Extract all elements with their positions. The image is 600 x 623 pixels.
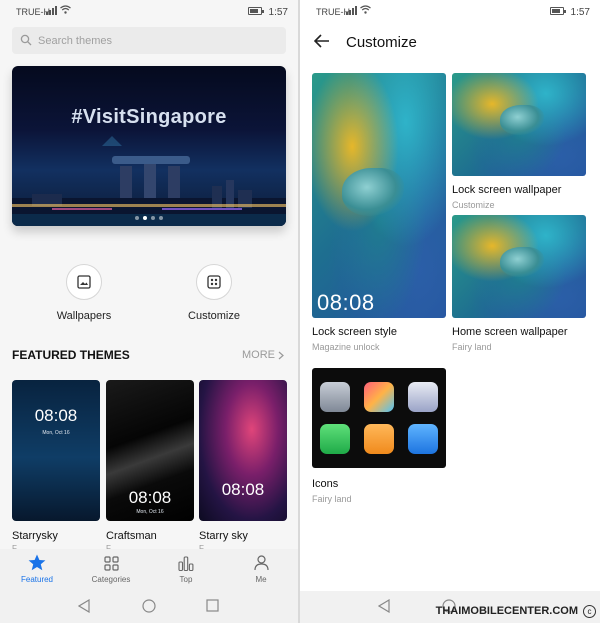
themes-app-panel: TRUE-H 1:57 #VisitSingapore xyxy=(0,0,298,623)
site-watermark: THAIMOBILECENTER.COM xyxy=(435,605,578,617)
theme-name: Starrysky xyxy=(12,530,58,542)
search-input[interactable] xyxy=(38,32,268,49)
person-icon xyxy=(253,555,269,571)
icons-preview xyxy=(312,368,446,468)
preview-clock: 08:08 xyxy=(317,290,375,315)
theme-preview-date: Mon, Oct 16 xyxy=(42,430,70,436)
featured-themes-heading: FEATURED THEMES xyxy=(12,348,130,362)
status-bar: TRUE-H 1:57 xyxy=(300,0,600,22)
bar-chart-icon xyxy=(178,556,194,571)
page-title: Customize xyxy=(346,34,417,51)
theme-card-starrysky[interactable]: 08:08 Mon, Oct 16 Starrysky F... xyxy=(12,380,100,553)
status-bar: TRUE-H 1:57 xyxy=(0,0,298,22)
star-icon xyxy=(28,554,46,571)
chevron-right-icon xyxy=(278,351,284,359)
tab-me[interactable]: Me xyxy=(224,549,298,591)
home-screen-wallpaper-preview xyxy=(452,215,586,318)
card-title: Lock screen style xyxy=(312,326,397,338)
card-title: Lock screen wallpaper xyxy=(452,184,562,196)
home-nav-icon[interactable] xyxy=(142,599,156,613)
theme-preview: 08:08 Mon, Oct 16 xyxy=(106,380,194,521)
banner-headline: #VisitSingapore xyxy=(71,106,227,128)
lock-screen-wallpaper-card[interactable]: Lock screen wallpaper Customize xyxy=(452,73,586,210)
tab-label: Categories xyxy=(91,575,131,584)
customize-shortcut[interactable]: Customize xyxy=(159,264,269,322)
icons-card[interactable]: Icons Fairy land xyxy=(312,368,446,504)
clock-label: 1:57 xyxy=(268,7,288,18)
back-nav-icon[interactable] xyxy=(78,599,90,613)
battery-icon xyxy=(248,7,264,15)
theme-name: Craftsman xyxy=(106,530,157,542)
theme-preview: 08:08 xyxy=(199,380,287,521)
tab-top[interactable]: Top xyxy=(149,549,223,591)
banner-cityscape-image xyxy=(12,136,286,226)
wifi-icon xyxy=(360,5,371,14)
tab-featured[interactable]: Featured xyxy=(0,549,74,591)
card-subtitle: Fairy land xyxy=(452,342,492,352)
more-label: MORE xyxy=(242,349,275,361)
tab-categories[interactable]: Categories xyxy=(74,549,148,591)
tab-label: Me xyxy=(255,575,267,584)
theme-preview-clock: 08:08 xyxy=(221,480,265,499)
banner-pager xyxy=(12,216,286,220)
back-nav-icon[interactable] xyxy=(378,599,390,613)
system-nav-bar xyxy=(0,591,298,623)
theme-preview-clock: 08:08 xyxy=(34,406,78,425)
lock-screen-wallpaper-preview xyxy=(452,73,586,176)
more-link[interactable]: MORE xyxy=(242,349,284,361)
themes-app-icon xyxy=(364,382,394,412)
search-bar[interactable] xyxy=(12,27,286,54)
card-subtitle: Fairy land xyxy=(312,494,352,504)
phone-app-icon xyxy=(320,424,350,454)
customize-screen-panel: TRUE-H 1:57 Customize 08:08 Lock screen … xyxy=(300,0,600,623)
settings-app-icon xyxy=(320,382,350,412)
carrier-label: TRUE-H xyxy=(16,7,50,17)
theme-preview: 08:08 Mon, Oct 16 xyxy=(12,380,100,521)
featured-banner[interactable]: #VisitSingapore xyxy=(12,66,286,226)
card-title: Icons xyxy=(312,478,339,490)
theme-preview-clock: 08:08 xyxy=(128,488,172,507)
recents-nav-icon[interactable] xyxy=(206,599,219,612)
security-app-icon xyxy=(408,424,438,454)
theme-card-craftsman[interactable]: 08:08 Mon, Oct 16 Craftsman F... xyxy=(106,380,194,553)
wallpapers-shortcut[interactable]: Wallpapers xyxy=(29,264,139,322)
camera-app-icon xyxy=(408,382,438,412)
contacts-app-icon xyxy=(364,424,394,454)
copyright-mark-icon: c xyxy=(583,605,596,618)
categories-icon xyxy=(103,556,119,571)
signal-icon xyxy=(346,6,357,15)
carrier-label: TRUE-H xyxy=(316,7,350,17)
theme-card-starry-sky[interactable]: 08:08 Starry sky F... xyxy=(199,380,287,553)
theme-name: Starry sky xyxy=(199,530,248,542)
customize-label: Customize xyxy=(188,310,240,322)
lock-screen-style-preview: 08:08 xyxy=(312,73,446,318)
theme-preview-date: Mon, Oct 16 xyxy=(136,509,164,515)
back-arrow-icon[interactable] xyxy=(314,34,330,48)
home-screen-wallpaper-card[interactable]: Home screen wallpaper Fairy land xyxy=(452,215,586,352)
bottom-tab-bar: Featured Categories Top Me xyxy=(0,549,298,591)
battery-icon xyxy=(550,7,566,15)
card-title: Home screen wallpaper xyxy=(452,326,568,338)
app-bar: Customize xyxy=(300,22,600,62)
wifi-icon xyxy=(60,5,71,14)
signal-icon xyxy=(46,6,57,15)
grid-icon xyxy=(207,275,221,289)
card-subtitle: Magazine unlock xyxy=(312,342,380,352)
image-icon xyxy=(77,275,91,289)
tab-label: Top xyxy=(179,575,193,584)
lock-screen-style-card[interactable]: 08:08 Lock screen style Magazine unlock xyxy=(312,73,446,352)
clock-label: 1:57 xyxy=(570,7,590,18)
search-icon xyxy=(20,34,32,46)
wallpapers-label: Wallpapers xyxy=(56,310,112,322)
tab-label: Featured xyxy=(20,575,54,584)
card-subtitle: Customize xyxy=(452,200,495,210)
